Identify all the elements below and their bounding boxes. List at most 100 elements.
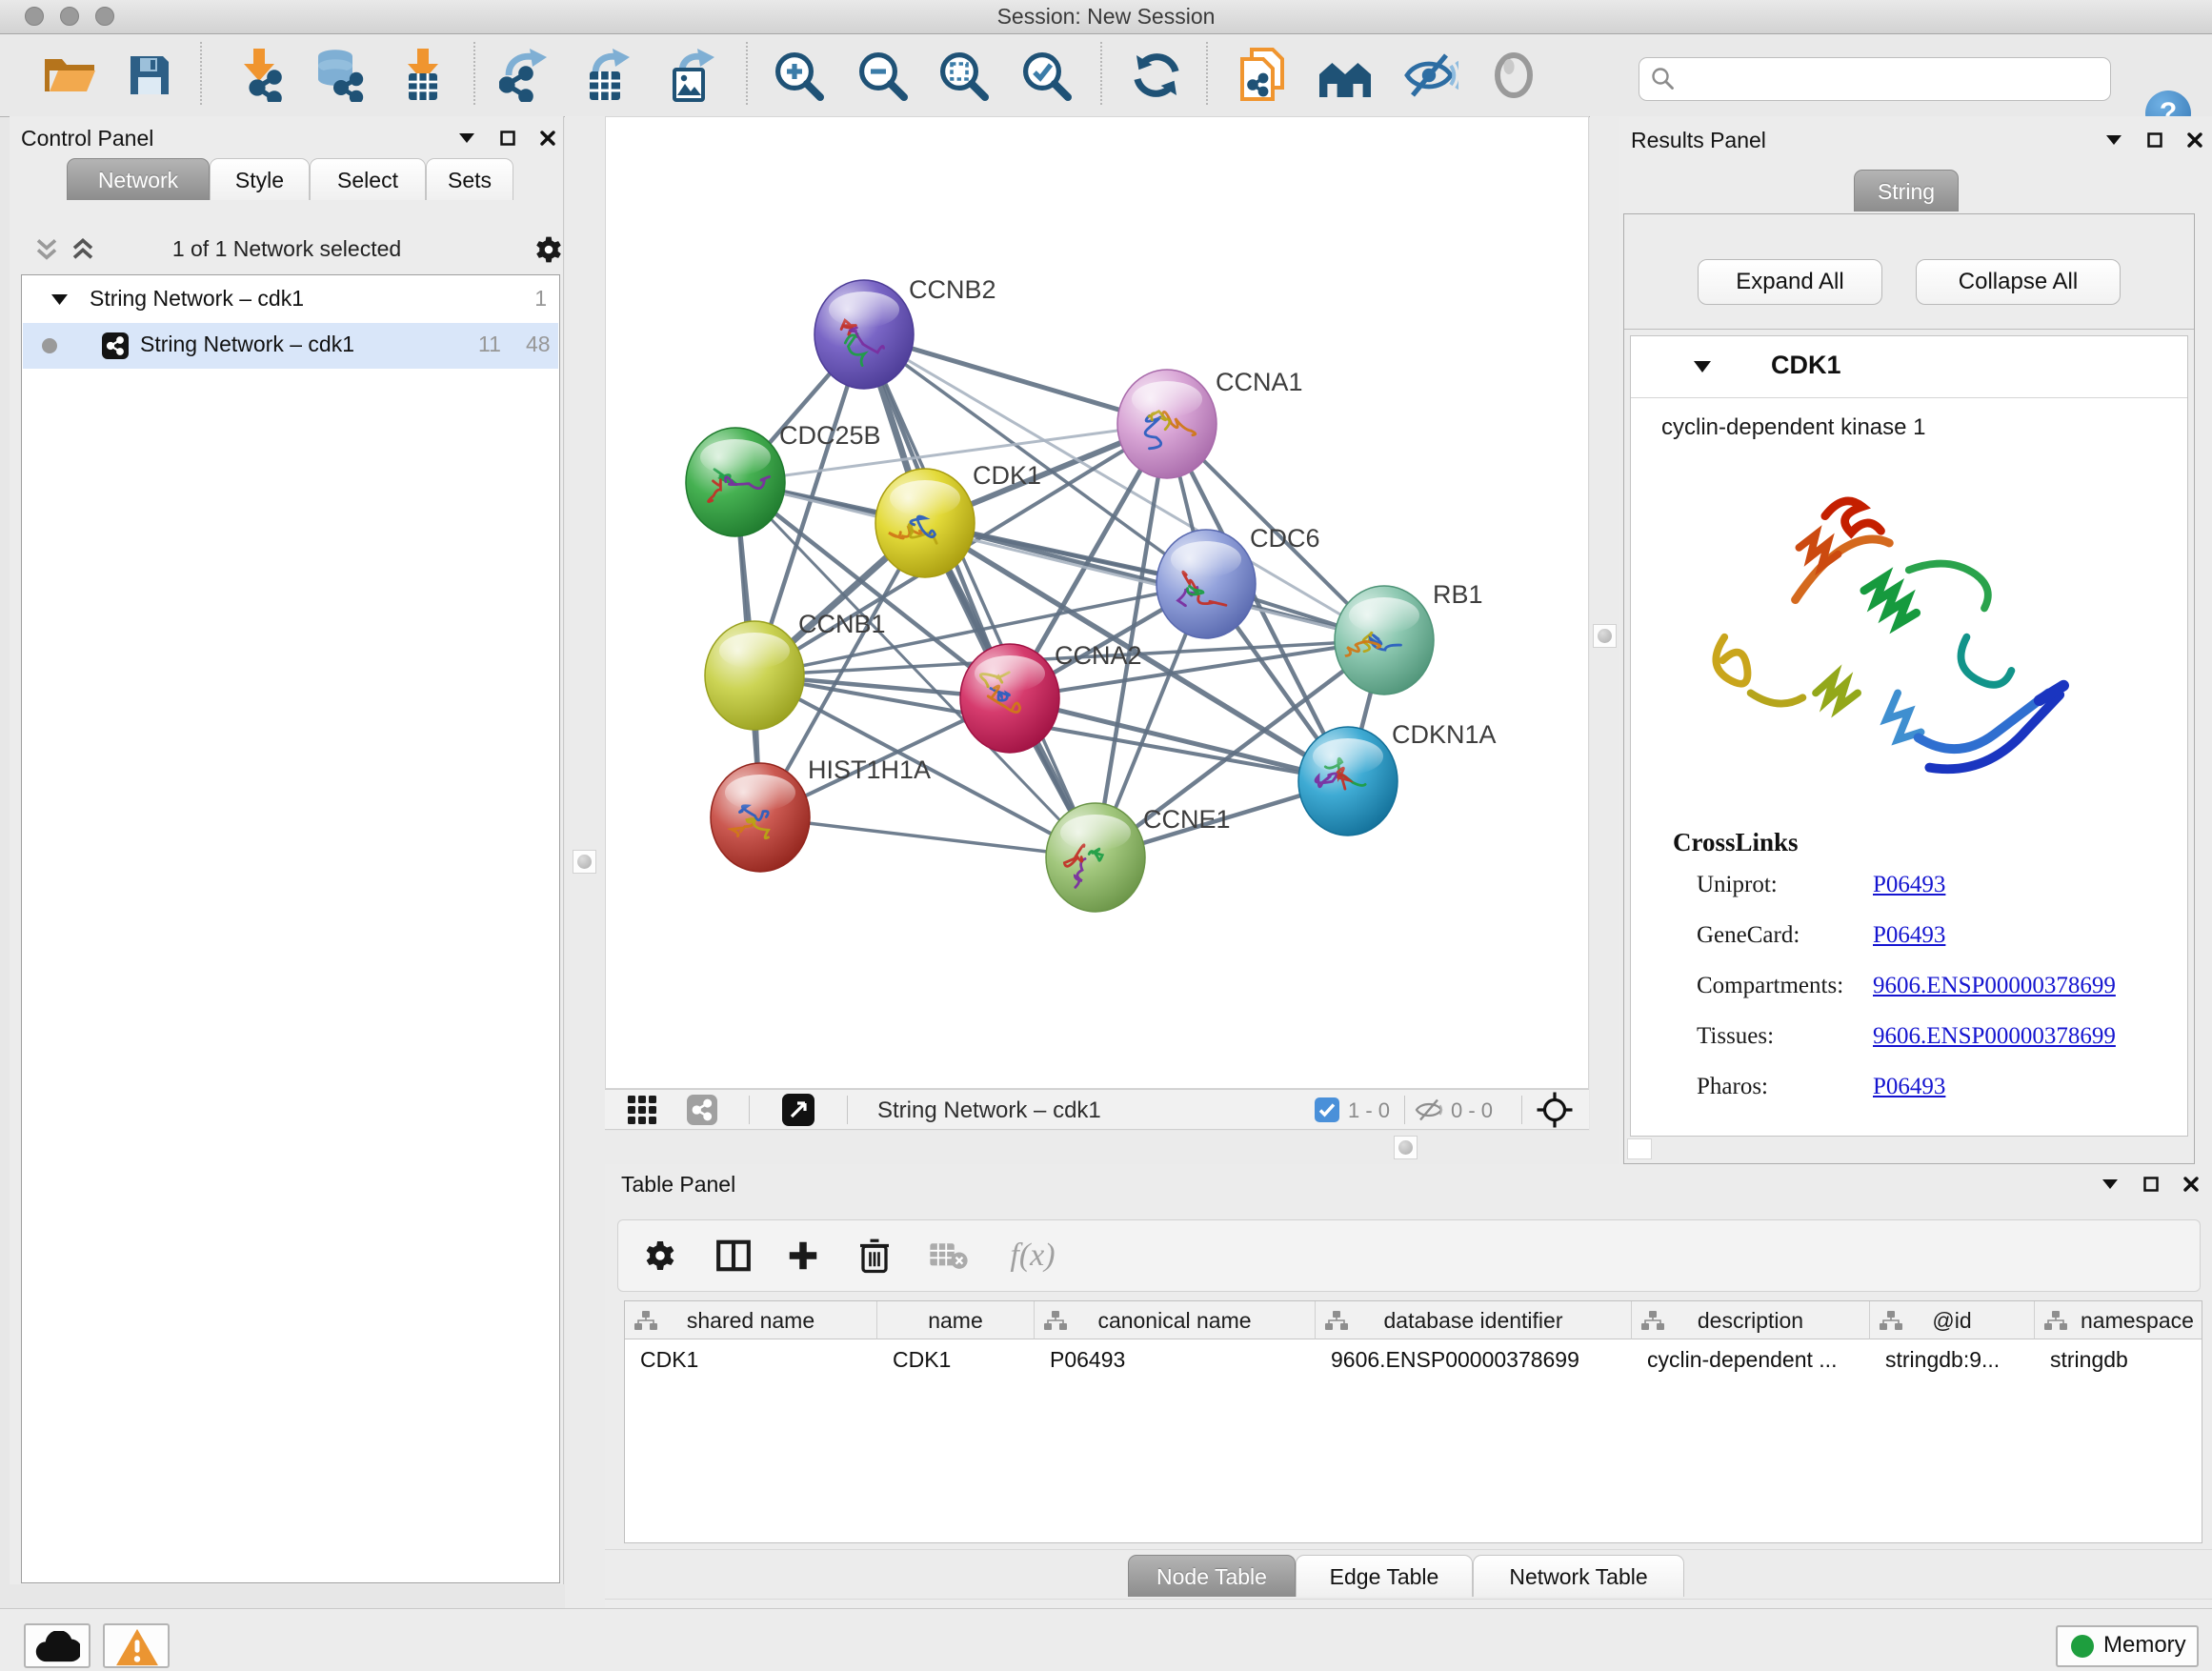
panel-float-icon[interactable] — [2147, 132, 2162, 148]
network-row-selected[interactable]: String Network – cdk1 11 48 — [23, 323, 558, 369]
copy-style-icon[interactable] — [1238, 48, 1286, 103]
control-panel-window-controls — [438, 130, 555, 158]
cytoscape-window: Session: New Session ? Control Panel — [0, 0, 2212, 1671]
table-cell[interactable]: P06493 — [1035, 1339, 1316, 1380]
open-session-icon[interactable] — [43, 53, 96, 97]
node-label: CDC25B — [779, 421, 881, 450]
refresh-icon[interactable] — [1131, 50, 1182, 101]
tab-style[interactable]: Style — [210, 158, 310, 200]
network-view[interactable]: CCNB2CCNA1CDC25BCDK1CDC6RB1CCNB1CCNA2CDK… — [605, 116, 1589, 1089]
node-table[interactable]: shared namename canonical name database id… — [624, 1300, 2202, 1543]
collapse-all-button[interactable]: Collapse All — [1916, 259, 2121, 305]
column-header-database-identifier[interactable]: database identifier — [1316, 1301, 1632, 1339]
left-splitter-handle[interactable] — [573, 850, 596, 874]
crosslink-label: Pharos: — [1697, 1074, 1768, 1100]
collection-count: 1 — [534, 286, 547, 312]
results-panel-window-controls — [2085, 131, 2202, 160]
zoom-out-icon[interactable] — [856, 50, 908, 101]
column-header-description[interactable]: description — [1632, 1301, 1870, 1339]
right-splitter[interactable] — [1590, 116, 1619, 1164]
column-header-label: @id — [1932, 1308, 1971, 1333]
zoom-in-icon[interactable] — [773, 50, 824, 101]
section-collapse-icon[interactable] — [1694, 361, 1711, 372]
column-header-shared-name[interactable]: shared name — [625, 1301, 877, 1339]
results-scroll-corner[interactable] — [1627, 1138, 1652, 1159]
show-columns-icon[interactable] — [715, 1238, 752, 1274]
warning-button[interactable] — [103, 1623, 170, 1668]
selected-checkbox-icon[interactable] — [1315, 1097, 1339, 1122]
left-splitter[interactable] — [565, 116, 605, 1608]
panel-collapse-icon[interactable] — [459, 133, 474, 143]
import-network-file-icon[interactable] — [234, 49, 284, 102]
search-input[interactable] — [1681, 60, 2104, 96]
panel-close-icon[interactable] — [2187, 132, 2202, 148]
column-header--id[interactable]: @id — [1870, 1301, 2035, 1339]
table-settings-gear-icon[interactable] — [643, 1238, 677, 1273]
crosslink-value-link[interactable]: P06493 — [1873, 1074, 1945, 1100]
table-cell[interactable]: stringdb:9... — [1870, 1339, 2035, 1380]
bottom-splitter-handle[interactable] — [1394, 1136, 1418, 1159]
tab-sets[interactable]: Sets — [426, 158, 513, 200]
tab-node-table[interactable]: Node Table — [1128, 1555, 1296, 1597]
column-header-label: canonical name — [1097, 1308, 1251, 1333]
panel-collapse-icon[interactable] — [2102, 1179, 2118, 1189]
panel-collapse-icon[interactable] — [2106, 135, 2122, 145]
table-cell[interactable]: cyclin-dependent ... — [1632, 1339, 1870, 1380]
save-session-icon[interactable] — [127, 52, 172, 98]
column-header-canonical-name[interactable]: canonical name — [1035, 1301, 1316, 1339]
network-view-title: String Network – cdk1 — [877, 1097, 1101, 1124]
network-options-gear-icon[interactable] — [533, 234, 564, 265]
column-header-name[interactable]: name — [877, 1301, 1035, 1339]
table-cell[interactable]: 9606.ENSP00000378699 — [1316, 1339, 1632, 1380]
tab-edge-table[interactable]: Edge Table — [1296, 1555, 1473, 1597]
tab-network-table[interactable]: Network Table — [1473, 1555, 1684, 1597]
crosslink-value-link[interactable]: 9606.ENSP00000378699 — [1873, 1023, 2116, 1050]
add-column-icon[interactable] — [786, 1238, 820, 1273]
grid-view-icon[interactable] — [628, 1096, 656, 1124]
import-table-icon[interactable] — [399, 49, 447, 102]
tab-string[interactable]: String — [1854, 170, 1959, 211]
tab-network[interactable]: Network — [67, 158, 210, 200]
export-image-icon[interactable] — [667, 49, 716, 102]
crosslink-value-link[interactable]: 9606.ENSP00000378699 — [1873, 973, 2116, 999]
crosslink-value-link[interactable]: P06493 — [1873, 872, 1945, 898]
bottom-splitter[interactable] — [605, 1131, 1619, 1164]
hidden-eye-icon[interactable] — [1414, 1097, 1444, 1122]
panel-float-icon[interactable] — [500, 131, 515, 146]
cloud-button[interactable] — [24, 1623, 90, 1668]
export-network-icon[interactable] — [499, 49, 551, 102]
network-collection-row[interactable]: String Network – cdk1 1 — [23, 277, 558, 323]
network-canvas[interactable]: CCNB2CCNA1CDC25BCDK1CDC6RB1CCNB1CCNA2CDK… — [606, 117, 1588, 1088]
zoom-fit-icon[interactable] — [937, 50, 989, 101]
crosslink-value-link[interactable]: P06493 — [1873, 922, 1945, 949]
import-network-database-icon[interactable] — [314, 49, 364, 102]
tree-expand-icon[interactable] — [51, 294, 68, 305]
network-edge[interactable] — [760, 817, 1096, 857]
delete-column-trash-icon[interactable] — [857, 1237, 892, 1275]
table-cell[interactable]: stringdb — [2035, 1339, 2202, 1380]
table-cell[interactable]: CDK1 — [877, 1339, 1035, 1380]
birdseye-view-icon[interactable] — [782, 1094, 814, 1126]
home-icon[interactable] — [1317, 51, 1373, 99]
node-label: CDC6 — [1250, 524, 1320, 553]
zoom-selected-icon[interactable] — [1020, 50, 1072, 101]
lens-icon[interactable] — [1493, 51, 1535, 99]
export-table-icon[interactable] — [584, 49, 633, 102]
panel-close-icon[interactable] — [540, 131, 555, 146]
right-splitter-handle[interactable] — [1593, 624, 1617, 648]
expand-all-button[interactable]: Expand All — [1698, 259, 1882, 305]
gene-section-header[interactable]: CDK1 — [1631, 336, 2187, 398]
column-header-namespace[interactable]: namespace — [2035, 1301, 2202, 1339]
string-network-badge-icon[interactable] — [687, 1095, 717, 1125]
panel-close-icon[interactable] — [2183, 1177, 2199, 1192]
fit-selected-crosshair-icon[interactable] — [1536, 1091, 1574, 1129]
table-cell[interactable]: CDK1 — [625, 1339, 877, 1380]
function-builder-icon-disabled: f(x) — [1010, 1239, 1055, 1272]
crosslink-label: Uniprot: — [1697, 872, 1778, 898]
column-type-icon — [634, 1311, 657, 1330]
memory-button[interactable]: Memory — [2056, 1625, 2199, 1667]
control-panel-title: Control Panel — [21, 126, 153, 151]
tab-select[interactable]: Select — [310, 158, 426, 200]
panel-float-icon[interactable] — [2143, 1177, 2159, 1192]
hide-graphics-icon[interactable] — [1403, 52, 1458, 98]
